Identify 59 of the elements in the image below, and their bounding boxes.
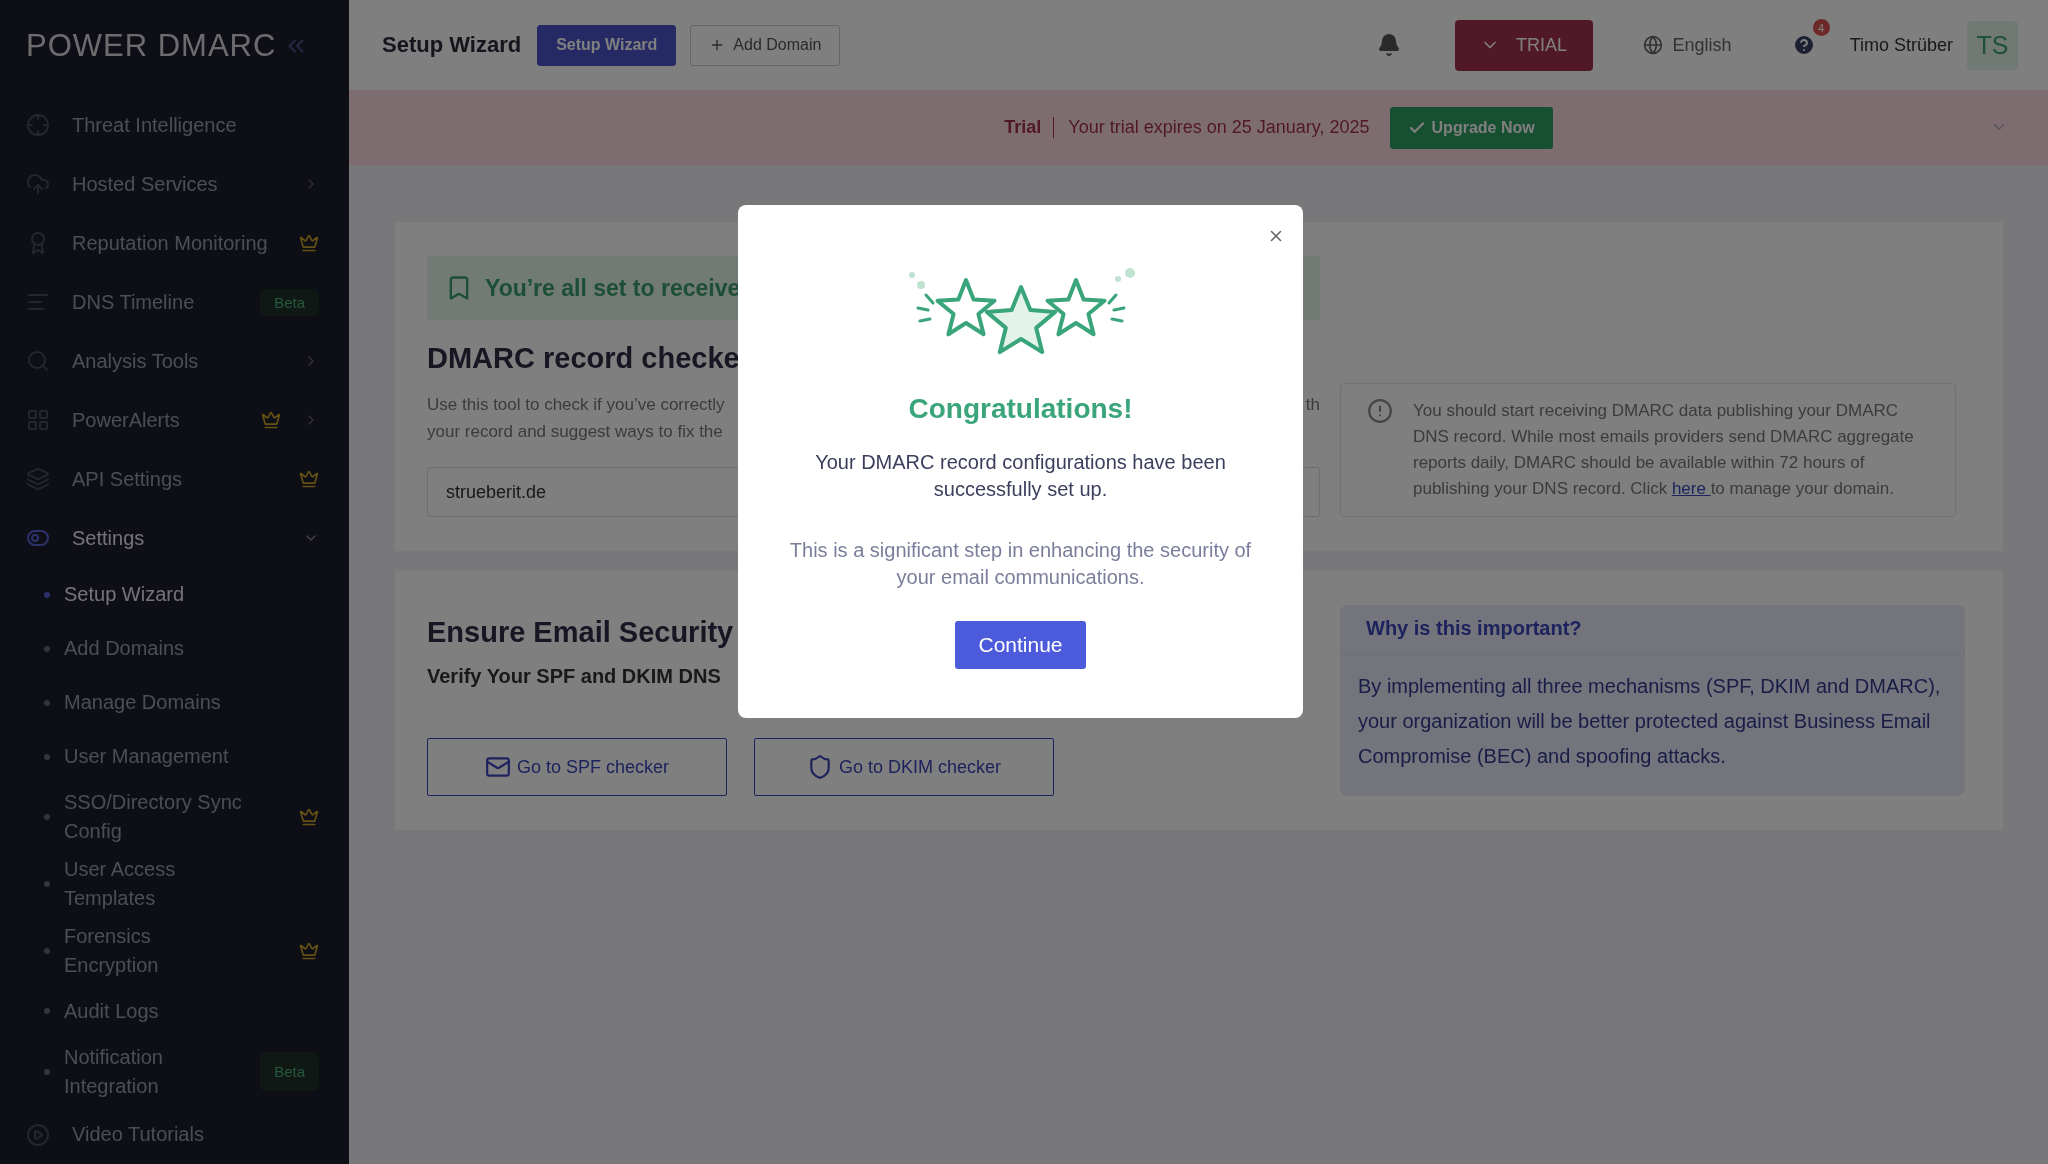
beta-badge: Beta xyxy=(260,288,319,316)
sidebar-item[interactable]: API Settings xyxy=(0,449,349,509)
sidebar-item[interactable]: Analysis Tools xyxy=(0,331,349,391)
beta-badge: Beta xyxy=(260,1052,319,1092)
card-title: DMARC record checke xyxy=(427,342,740,375)
card-title: Ensure Email Security xyxy=(427,616,734,649)
nav-icon xyxy=(26,408,50,433)
description-text: Use this tool to check if you’ve correctly xyxy=(427,394,725,416)
user-avatar[interactable]: TS xyxy=(1967,20,2018,70)
nav-icon xyxy=(26,349,50,374)
mail-icon xyxy=(484,754,511,780)
sidebar-subitem[interactable]: SSO/Directory Sync Config xyxy=(0,783,349,851)
logo: POWER DMARC xyxy=(26,27,277,64)
nav-icon xyxy=(26,113,50,138)
nav-icon xyxy=(26,467,50,492)
sidebar-item[interactable]: Reputation Monitoring xyxy=(0,213,349,273)
checker-button[interactable]: Go to DKIM checker xyxy=(754,738,1054,796)
page-title: Setup Wizard xyxy=(382,32,522,58)
notification-count: 4 xyxy=(1812,19,1830,36)
sidebar-subitem[interactable]: User Management xyxy=(0,729,349,784)
add-domain-button[interactable]: Add Domain xyxy=(690,24,841,66)
trial-message: Your trial expires on 25 January, 2025 xyxy=(1068,117,1370,138)
sidebar-subitem[interactable]: Manage Domains xyxy=(0,675,349,730)
sidebar-subitem[interactable]: Forensics Encryption xyxy=(0,917,349,985)
sidebar-item[interactable]: Video Tutorials xyxy=(0,1105,349,1164)
why-title: Why is this important? xyxy=(1340,605,1965,655)
sidebar-subitem[interactable]: Audit Logs xyxy=(0,984,349,1039)
sidebar-subitem[interactable]: User Access Templates xyxy=(0,850,349,918)
alert-icon xyxy=(1367,398,1393,424)
why-text: By implementing all three mechanisms (SPF, DKIM and DMARC), your organization will be better protected against Business Email Compromise (BEC) and spoofing attacks. xyxy=(1357,674,1942,769)
modal-title: Congratulations! xyxy=(908,393,1133,425)
sidebar-subitem[interactable]: Notification Integration Beta xyxy=(0,1038,349,1105)
sidebar-item[interactable]: PowerAlerts xyxy=(0,390,349,450)
sidebar-item[interactable]: DNS Timeline Beta xyxy=(0,272,349,332)
trial-label: Trial xyxy=(1004,117,1055,138)
user-name: Timo Strüber xyxy=(1849,34,1953,56)
card-subtitle: Verify Your SPF and DKIM DNS xyxy=(427,665,721,688)
globe-icon xyxy=(1642,35,1663,55)
continue-button[interactable]: Continue xyxy=(955,621,1086,669)
success-text: You’re all set to receive xyxy=(485,274,741,302)
language-selector[interactable]: English xyxy=(1636,33,1738,57)
trial-button[interactable]: TRIAL xyxy=(1454,19,1593,71)
sidebar-item[interactable]: Settings xyxy=(0,508,349,568)
upgrade-button[interactable]: Upgrade Now xyxy=(1389,106,1553,149)
nav-icon xyxy=(26,1122,50,1147)
info-text: You should start receiving DMARC data publishing your DMARC DNS record. While most emails providers send DMARC aggregate reports daily, DMARC should be available within 72 hours of publishing your DNS record. Click here to manage your domain. xyxy=(1413,400,1915,500)
modal-note: This is a significant step in enhancing the security of your email communications. xyxy=(788,538,1253,590)
description-text: your record and suggest ways to fix the xyxy=(427,421,724,443)
bell-icon[interactable] xyxy=(1376,33,1401,57)
description-text: th xyxy=(1305,394,1320,416)
checker-button[interactable]: Go to SPF checker xyxy=(427,738,727,796)
here-link[interactable]: here xyxy=(1671,479,1711,498)
sidebar-item[interactable]: Threat Intelligence xyxy=(0,95,349,155)
setup-wizard-button[interactable]: Setup Wizard xyxy=(537,24,677,66)
sidebar-subitem[interactable]: Setup Wizard xyxy=(0,567,349,622)
modal-message: Your DMARC record configurations have been successfully set up. xyxy=(814,450,1227,502)
nav-icon xyxy=(26,172,50,197)
sidebar-item[interactable]: Hosted Services xyxy=(0,154,349,214)
sidebar-subitem[interactable]: Add Domains xyxy=(0,621,349,676)
